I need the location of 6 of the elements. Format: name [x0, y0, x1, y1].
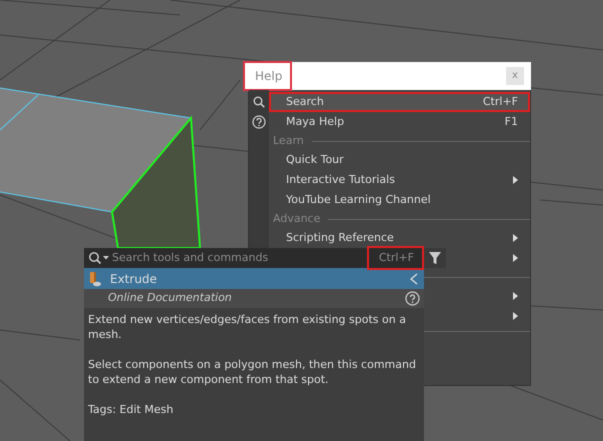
shortcut-label: Ctrl+F: [366, 246, 424, 270]
description-text: Tags: Edit Mesh: [88, 402, 174, 417]
description-text: Select components on a polygon mesh, then this command to extend a new component from that spot.: [88, 357, 417, 387]
description-text: Extend new vertices/edges/faces from existing spots on a mesh.: [88, 312, 407, 342]
section-header: Learn: [273, 132, 304, 149]
section-header: Advance: [273, 210, 320, 227]
